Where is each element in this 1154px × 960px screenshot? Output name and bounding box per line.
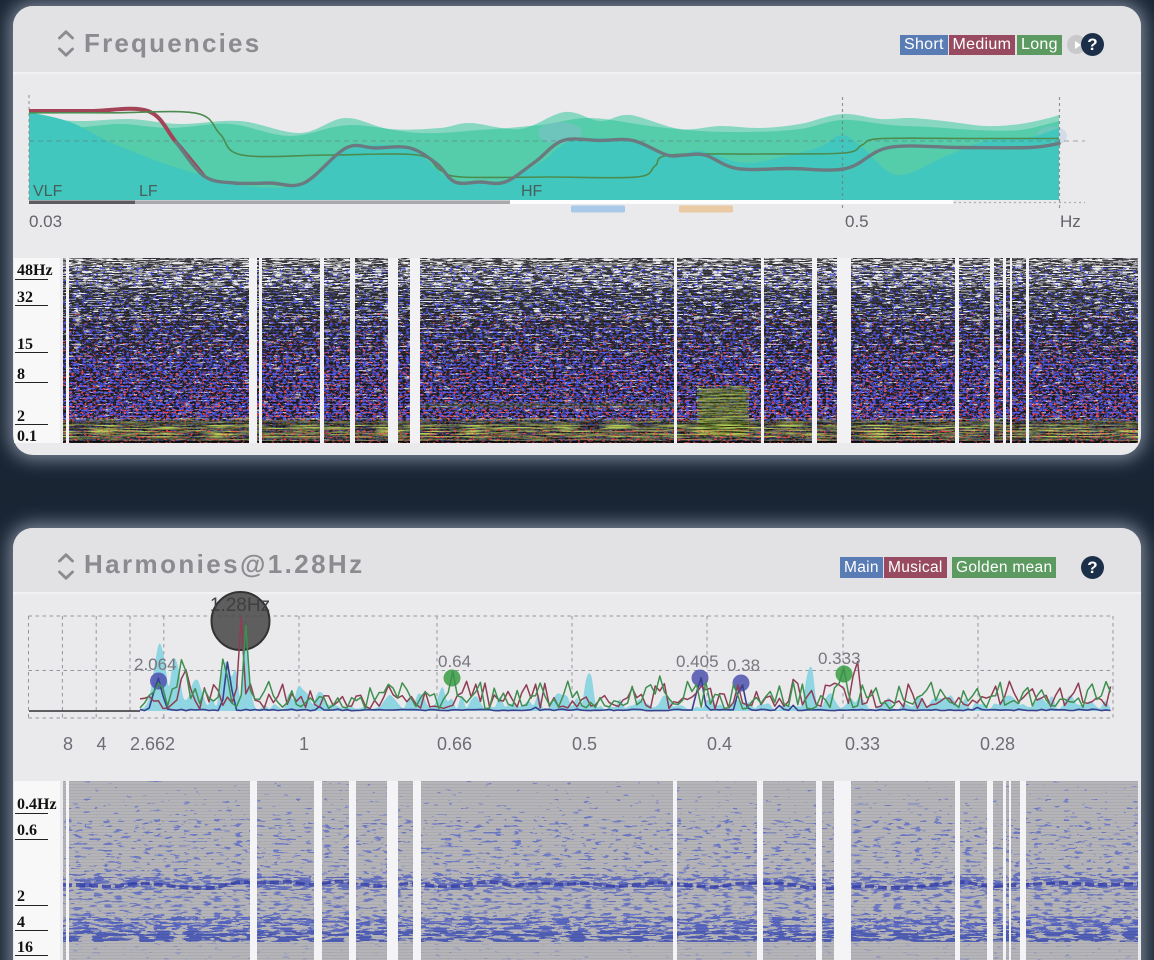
svg-text:8: 8 <box>63 734 73 754</box>
svg-text:1.28Hz: 1.28Hz <box>210 595 270 616</box>
svg-text:0.66: 0.66 <box>437 734 472 754</box>
svg-text:2.064: 2.064 <box>134 655 177 674</box>
svg-text:0.405: 0.405 <box>676 652 719 671</box>
svg-text:0.33: 0.33 <box>845 734 880 754</box>
svg-text:0.4: 0.4 <box>707 734 732 754</box>
svg-text:0.38: 0.38 <box>727 656 760 675</box>
svg-text:0.28: 0.28 <box>980 734 1015 754</box>
svg-text:2.662: 2.662 <box>130 734 175 754</box>
svg-text:0.5: 0.5 <box>572 734 597 754</box>
svg-text:0.64: 0.64 <box>438 652 471 671</box>
svg-text:1: 1 <box>299 734 309 754</box>
svg-text:4: 4 <box>97 734 107 754</box>
svg-text:0.333: 0.333 <box>818 649 861 668</box>
